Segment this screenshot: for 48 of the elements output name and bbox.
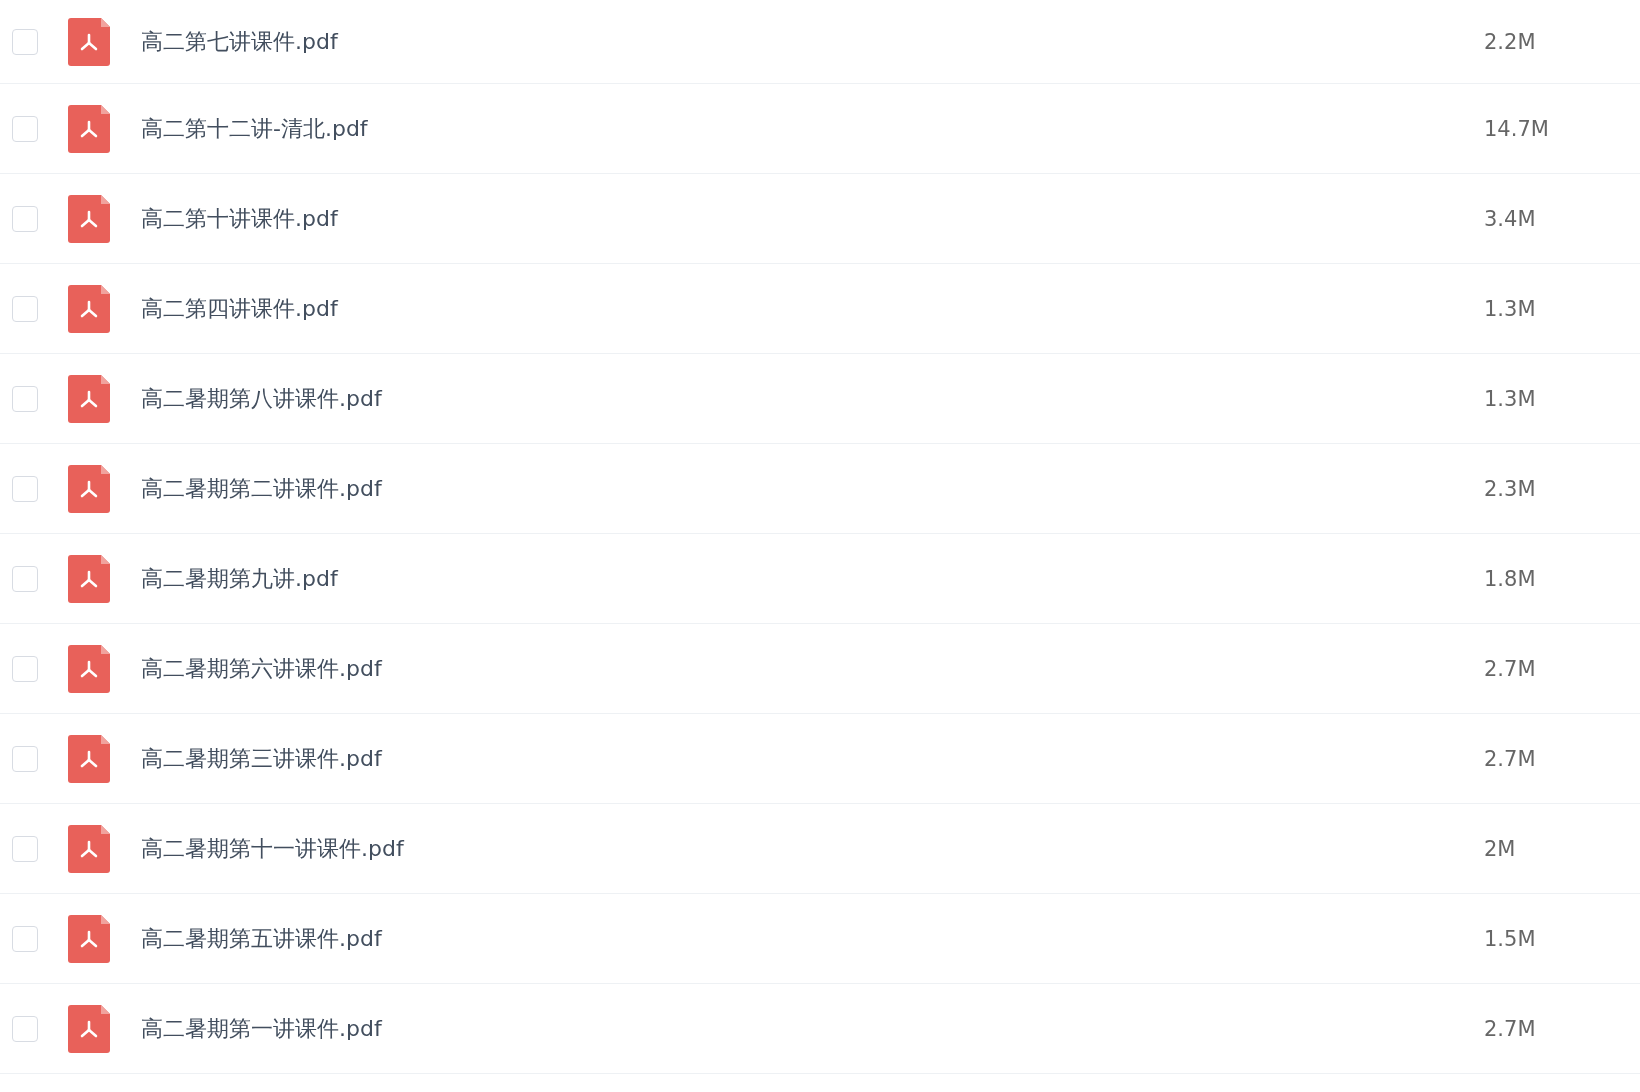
checkbox[interactable]: [12, 655, 38, 682]
pdf-file-icon: [68, 644, 110, 693]
file-name[interactable]: 高二暑期第十一讲课件.pdf: [141, 833, 1484, 864]
checkbox[interactable]: [12, 475, 38, 502]
file-name[interactable]: 高二暑期第六讲课件.pdf: [141, 653, 1484, 684]
checkbox[interactable]: [12, 745, 38, 772]
file-size: 1.5M: [1484, 926, 1537, 951]
checkbox[interactable]: [12, 385, 38, 412]
file-name[interactable]: 高二暑期第一讲课件.pdf: [141, 1013, 1484, 1044]
checkbox[interactable]: [12, 205, 38, 232]
file-name[interactable]: 高二暑期第五讲课件.pdf: [141, 923, 1484, 954]
file-size: 14.7M: [1484, 116, 1550, 141]
checkbox[interactable]: [12, 835, 38, 862]
checkbox[interactable]: [12, 1015, 38, 1042]
file-name[interactable]: 高二第十讲课件.pdf: [141, 203, 1484, 234]
file-size: 2.7M: [1484, 1016, 1537, 1041]
pdf-file-icon: [68, 17, 110, 66]
file-size: 2.7M: [1484, 656, 1537, 681]
pdf-file-icon: [68, 194, 110, 243]
checkbox[interactable]: [12, 28, 38, 55]
checkbox[interactable]: [12, 925, 38, 952]
file-name[interactable]: 高二暑期第二讲课件.pdf: [141, 473, 1484, 504]
file-name[interactable]: 高二第四讲课件.pdf: [141, 293, 1484, 324]
pdf-file-icon: [68, 374, 110, 423]
file-name[interactable]: 高二第十二讲-清北.pdf: [141, 113, 1484, 144]
file-name[interactable]: 高二暑期第三讲课件.pdf: [141, 743, 1484, 774]
pdf-file-icon: [68, 104, 110, 153]
pdf-file-icon: [68, 284, 110, 333]
pdf-file-icon: [68, 1004, 110, 1053]
file-size: 2.7M: [1484, 746, 1537, 771]
pdf-file-icon: [68, 464, 110, 513]
file-name[interactable]: 高二暑期第九讲.pdf: [141, 563, 1484, 594]
pdf-file-icon: [68, 824, 110, 873]
checkbox[interactable]: [12, 115, 38, 142]
file-name[interactable]: 高二暑期第八讲课件.pdf: [141, 383, 1484, 414]
checkbox[interactable]: [12, 295, 38, 322]
file-size: 2.2M: [1484, 29, 1537, 54]
file-size: 2.3M: [1484, 476, 1537, 501]
file-size: 2M: [1484, 836, 1517, 861]
file-size: 1.8M: [1484, 566, 1537, 591]
pdf-file-icon: [68, 914, 110, 963]
checkbox[interactable]: [12, 565, 38, 592]
file-name[interactable]: 高二第七讲课件.pdf: [141, 26, 1484, 57]
file-size: 1.3M: [1484, 296, 1537, 321]
pdf-file-icon: [68, 734, 110, 783]
file-size: 1.3M: [1484, 386, 1537, 411]
file-size: 3.4M: [1484, 206, 1537, 231]
pdf-file-icon: [68, 554, 110, 603]
